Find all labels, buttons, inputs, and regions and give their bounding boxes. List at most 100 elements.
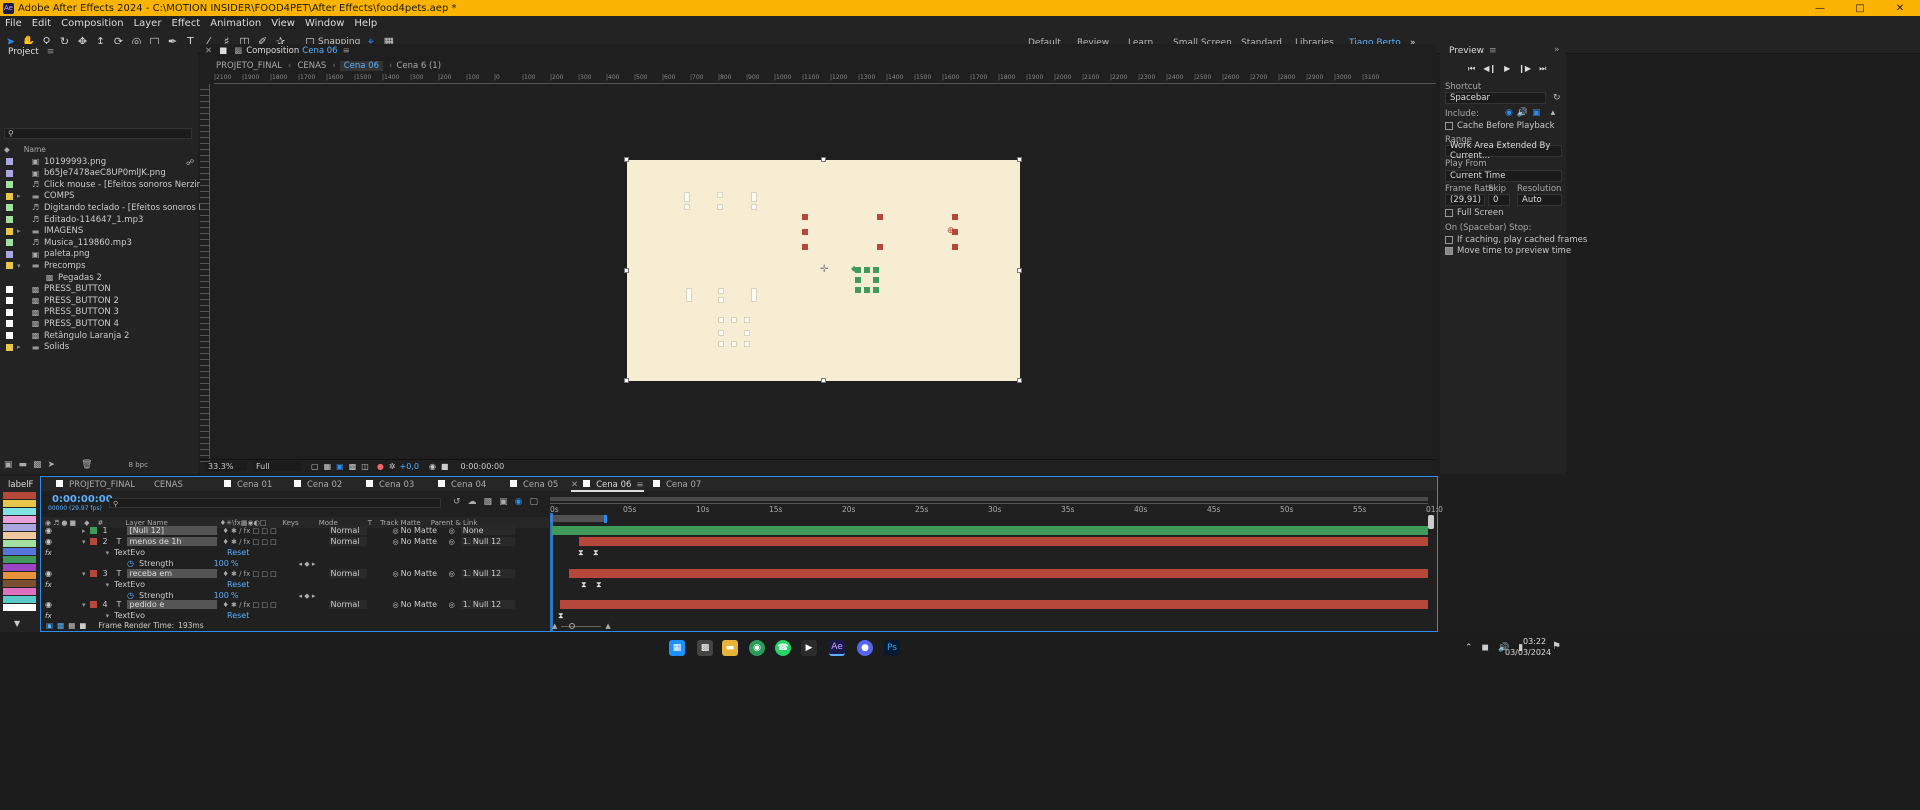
list-item[interactable]: ▩ Pegadas 2 [0,272,102,283]
tab-cena-02[interactable]: Cena 02 [294,480,342,490]
effect-row[interactable]: fx ▾ TextEvo Reset [41,579,549,590]
keyframe-icon[interactable]: ⧗ [578,548,584,558]
resolution-dropdown[interactable]: Full [253,462,301,471]
panel-menu-icon[interactable]: ≡ [1489,46,1497,56]
reset-icon[interactable]: ↻ [1553,93,1561,103]
tab-cena-07[interactable]: Cena 07 [653,480,701,490]
bpc-label[interactable]: 8 bpc [129,461,148,469]
minimize-icon[interactable]: — [1800,3,1840,14]
wifi-icon[interactable]: ◼ [1482,643,1489,653]
pickwhip-icon[interactable]: ◎ [449,601,455,609]
menu-file[interactable]: File [0,18,27,29]
transform-handle[interactable] [821,157,826,162]
collapse-arrow-icon[interactable]: ▾ [106,549,110,557]
keyframe-nav-icon[interactable]: ◂ ◆ ▸ [298,560,315,568]
track-matte-dropdown[interactable]: No Matte [401,569,441,578]
reset-link[interactable]: Reset [227,548,249,557]
menu-layer[interactable]: Layer [129,18,167,29]
list-item[interactable]: ♬ Editado-114647_1.mp3 [0,214,143,225]
move-time-row[interactable]: Move time to preview time [1445,246,1571,256]
label-swatch[interactable] [3,508,36,515]
timeline-search-input[interactable]: ⚲ [109,498,441,508]
mask-visibility-icon[interactable]: ▣ [336,462,344,471]
play-from-dropdown[interactable]: Current Time [1445,170,1562,182]
label-color[interactable] [6,320,13,328]
label-swatch[interactable] [3,516,36,523]
parent-dropdown[interactable]: 1. Null 12 [460,537,515,546]
composition-canvas[interactable]: ⊕ ◆ ✛ [624,157,1022,383]
track-matte-dropdown[interactable]: No Matte [401,526,441,535]
cache-before-row[interactable]: Cache Before Playback [1445,121,1555,131]
keyframe-icon[interactable]: ⧗ [596,580,602,590]
graph-editor-icon[interactable]: ▢ [529,497,538,507]
next-frame-icon[interactable]: ❙▶ [1518,64,1531,74]
pickwhip-icon[interactable]: ◎ [449,570,455,578]
transform-handle[interactable] [624,378,629,383]
matte-link-icon[interactable]: ◎ [393,538,399,546]
tab-cena-04[interactable]: Cena 04 [438,480,486,490]
list-item[interactable]: ▩ PRESS_BUTTON 4 [0,318,119,329]
label-color[interactable] [6,274,13,281]
visibility-eye-icon[interactable]: ◉ [45,526,52,535]
keyframe-icon[interactable]: ⧗ [593,548,599,558]
fx-icon[interactable]: fx [45,581,52,589]
visibility-eye-icon[interactable]: ◉ [45,569,52,578]
layer-duration-bar[interactable] [579,537,1428,546]
cache-before-checkbox[interactable] [1445,121,1453,130]
color-management-icon[interactable]: ✲ [389,462,396,471]
matte-link-icon[interactable]: ◎ [393,601,399,609]
table-row[interactable]: ◉ ▾ 3 Treceba em ♦ ✱ / fx □ □ □ Normal ◎ No Mat… [41,568,549,579]
transform-handle[interactable] [821,378,826,383]
layer-duration-bar[interactable] [569,569,1428,578]
expand-arrow-icon[interactable]: ▸ [17,192,31,200]
track-matte-dropdown[interactable]: No Matte [401,537,441,546]
first-frame-icon[interactable]: ⏮ [1468,64,1475,74]
blend-mode-dropdown[interactable]: Normal [328,569,367,578]
layer-switches-icon[interactable]: ♦ ✱ / fx □ □ □ [223,601,293,609]
parent-dropdown[interactable]: None [460,526,515,535]
label-color[interactable] [89,527,97,534]
tab-cena-06[interactable]: ✕ Cena 06 ≡ [571,480,644,492]
interpret-footage-icon[interactable]: ▣ [4,460,13,470]
reset-link[interactable]: Reset [227,611,249,620]
label-swatch[interactable] [3,548,36,555]
table-row[interactable]: ◉ ▸ 1 [Null 12] ♦ ✱ / fx □ □ □ Normal ◎ No Matt… [41,525,549,536]
label-swatch[interactable] [3,588,36,595]
label-color[interactable] [6,308,13,316]
color-channel-icon[interactable]: ● [377,462,384,471]
layer-duration-bar[interactable] [560,600,1428,609]
media-player-icon[interactable]: ▶ [801,640,817,656]
show-snapshot-icon[interactable]: ■ [441,462,449,471]
label-color[interactable] [89,601,97,608]
menu-edit[interactable]: Edit [27,18,56,29]
chrome-icon[interactable]: ◉ [749,640,765,656]
include-audio-icon[interactable]: 🔊 [1517,108,1528,118]
list-item[interactable]: ▾ ▬ Precomps [0,260,86,271]
track-matte-dropdown[interactable]: No Matte [401,600,441,609]
layer-switches-icon[interactable]: ♦ ✱ / fx □ □ □ [223,527,293,535]
label-color[interactable] [6,285,13,293]
label-color[interactable] [6,239,13,247]
file-explorer-icon[interactable]: ▬ [722,640,738,656]
label-color[interactable] [6,181,13,189]
new-folder-icon[interactable]: ▬ [19,460,28,470]
tab-cenas[interactable]: CENAS [154,480,183,490]
menu-window[interactable]: Window [300,18,349,29]
list-item[interactable]: ▸ ▬ Solids [0,342,69,353]
label-color[interactable] [89,570,97,577]
timeline-end-marker[interactable] [1428,515,1434,529]
collapse-arrow-icon[interactable]: ▾ [17,262,31,270]
menu-composition[interactable]: Composition [56,18,128,29]
new-comp-icon[interactable]: ▩ [33,460,42,470]
transform-handle[interactable] [624,157,629,162]
layer-name[interactable]: pedido e [126,600,217,609]
layer-switches-toggle-icon[interactable]: ▣ [46,621,53,630]
property-value[interactable]: 100 [214,559,229,568]
tray-chevron-icon[interactable]: ⌃ [1465,643,1473,653]
parent-dropdown[interactable]: 1. Null 12 [460,600,515,609]
play-icon[interactable]: ▶ [1504,64,1510,74]
panel-menu-icon[interactable]: ≡ [47,47,55,57]
label-color[interactable] [6,332,13,339]
project-search-input[interactable]: ⚲ [4,128,192,139]
label-swatch[interactable] [3,540,36,547]
